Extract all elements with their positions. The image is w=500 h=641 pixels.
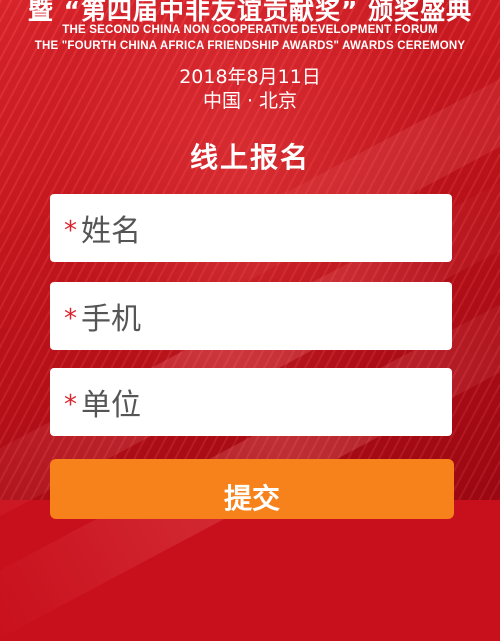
form-title: 线上报名 <box>189 141 310 174</box>
event-location: 中国 · 北京 <box>202 90 298 112</box>
name-placeholder: 姓名 <box>81 214 141 249</box>
name-field[interactable]: * 姓名 <box>50 194 452 262</box>
organization-field[interactable]: * 单位 <box>50 368 452 436</box>
registration-page: 暨 “第四届中非友谊贡献奖” 颁奖盛典 THE SECOND CHINA NON… <box>0 0 500 519</box>
organization-placeholder: 单位 <box>81 388 141 423</box>
event-date: 2018年8月11日 <box>179 66 321 88</box>
required-mark: * <box>64 390 77 420</box>
required-mark: * <box>64 304 77 334</box>
event-title-cn: 暨 “第四届中非友谊贡献奖” 颁奖盛典 <box>27 0 473 25</box>
required-mark: * <box>64 216 77 246</box>
event-title-en-line1: THE SECOND CHINA NON COOPERATIVE DEVELOP… <box>62 24 438 36</box>
submit-button[interactable]: 提交 <box>50 459 454 519</box>
phone-field[interactable]: * 手机 <box>50 282 452 350</box>
phone-placeholder: 手机 <box>81 302 141 337</box>
event-title-en-line2: THE "FOURTH CHINA AFRICA FRIENDSHIP AWAR… <box>34 40 466 52</box>
